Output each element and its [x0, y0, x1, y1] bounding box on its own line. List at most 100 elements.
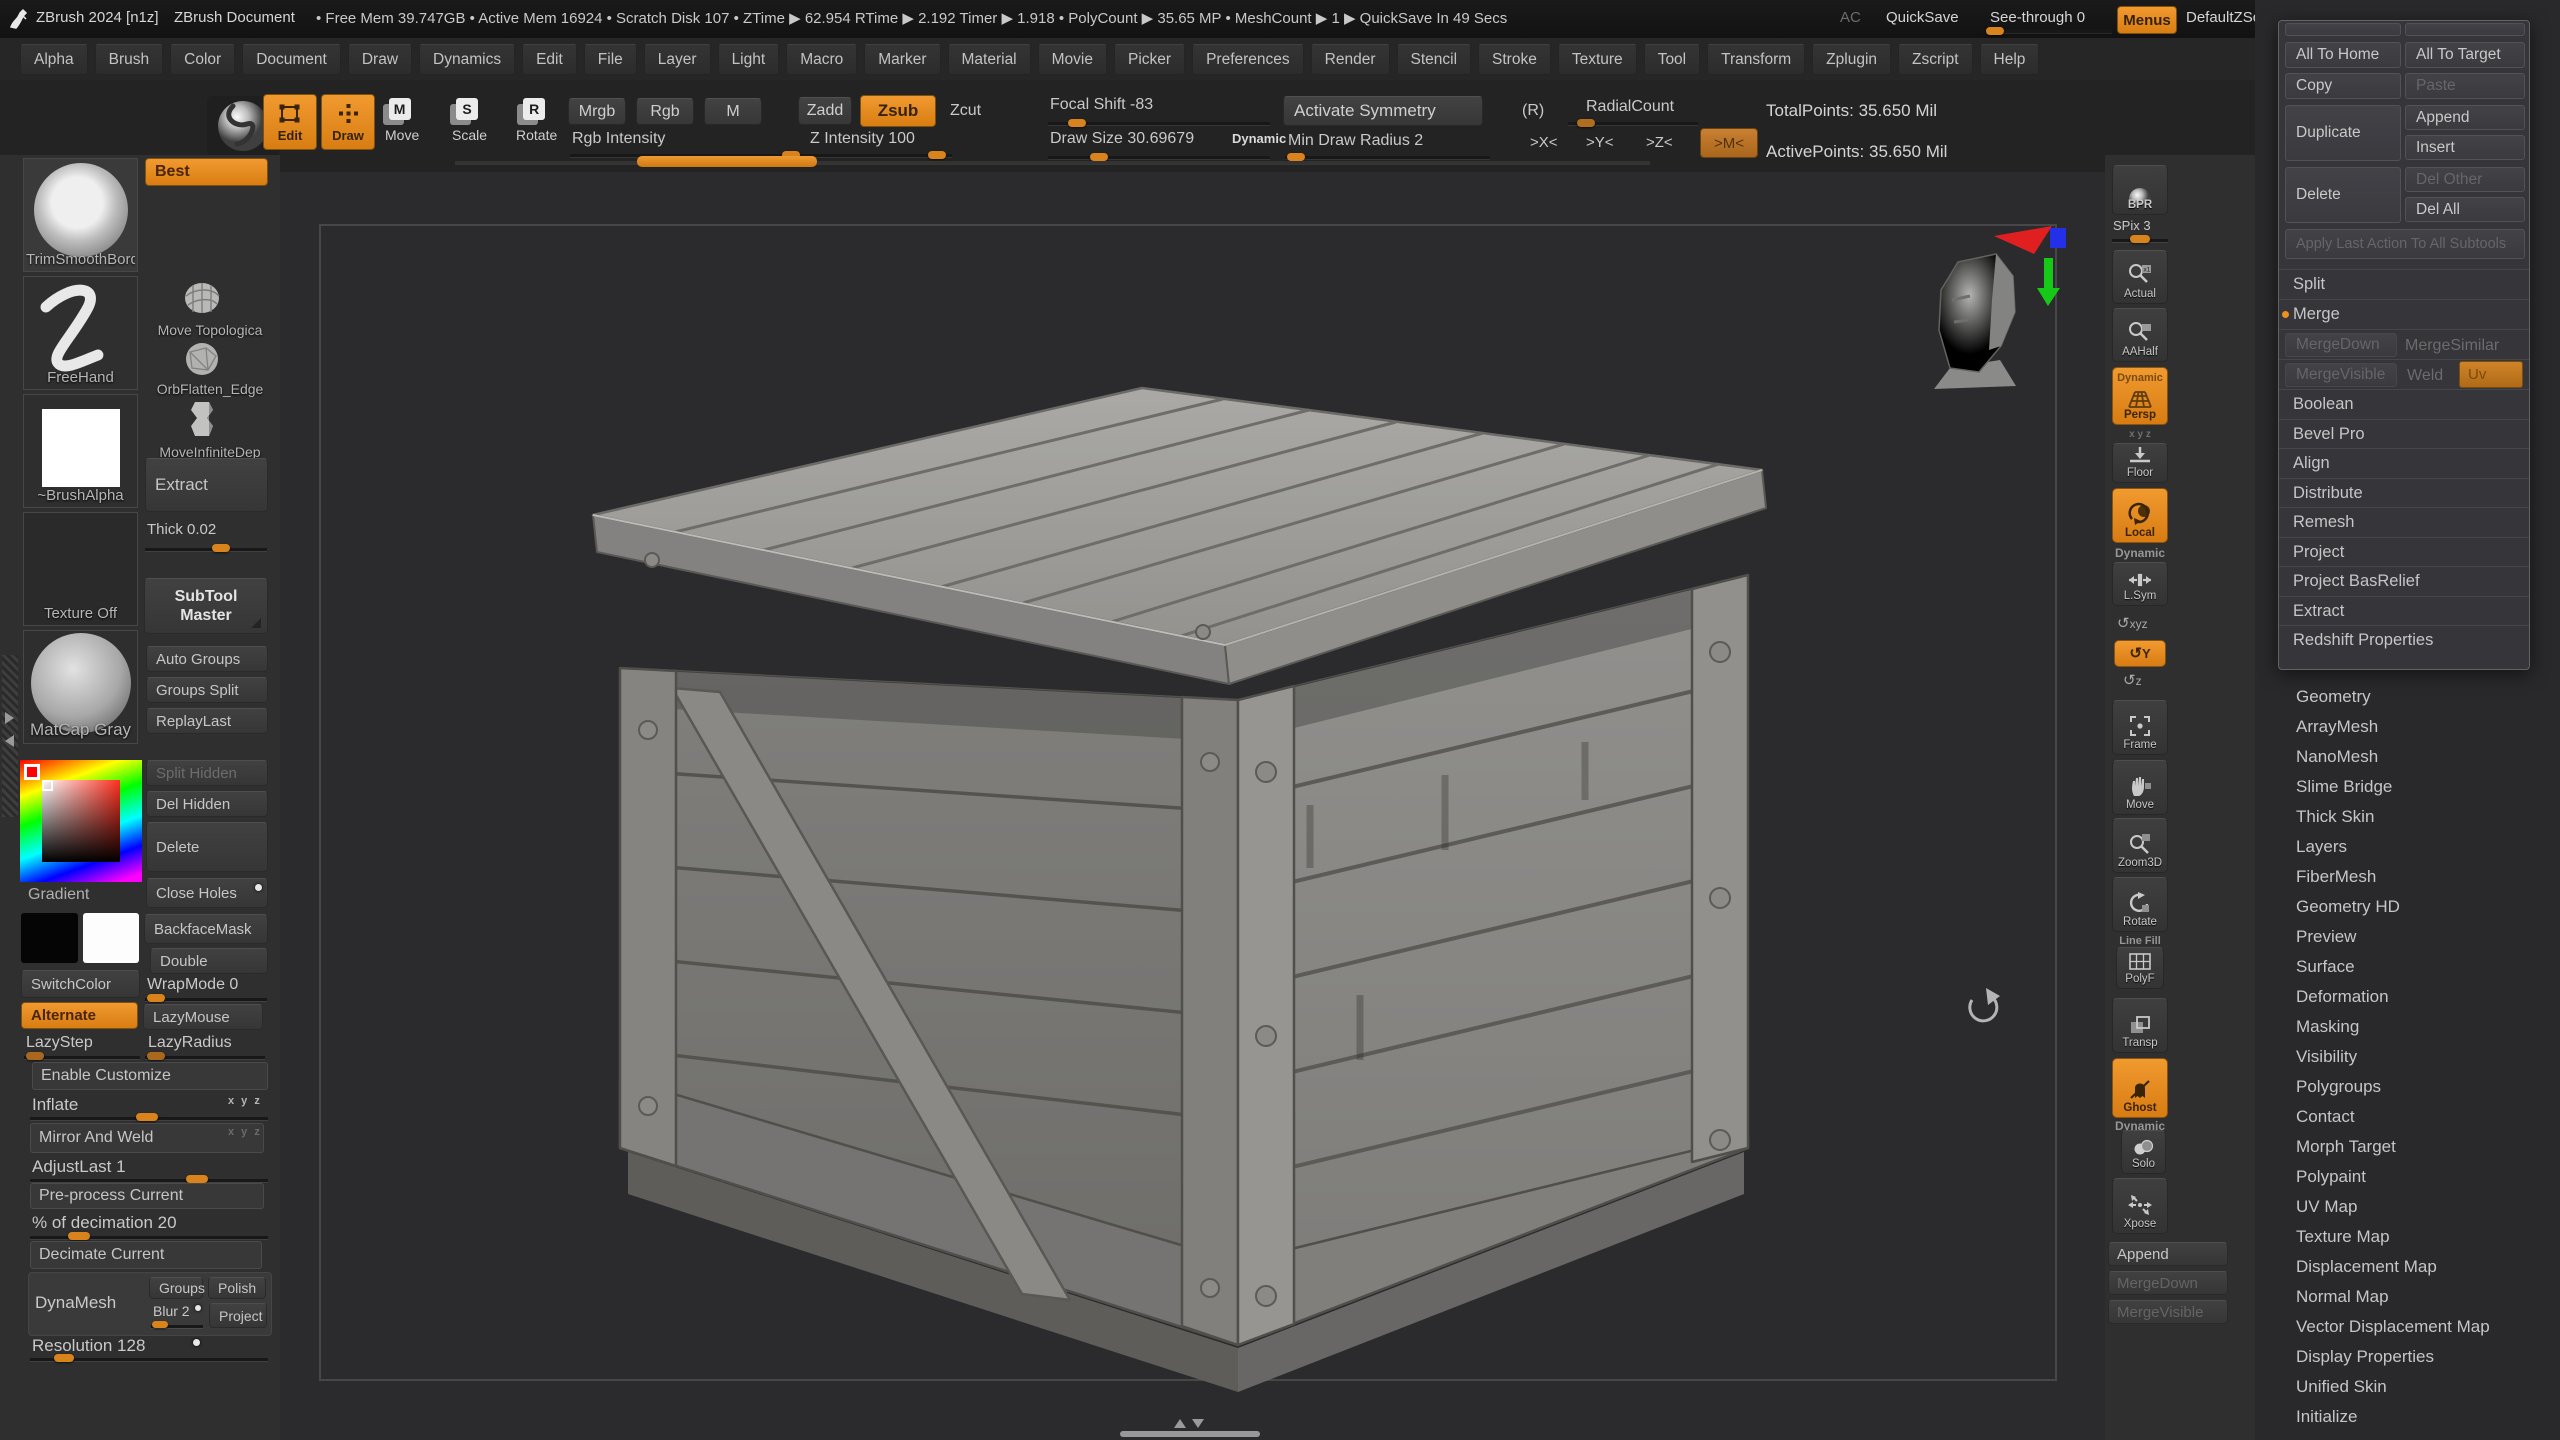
menu-item[interactable]: Document	[242, 44, 341, 75]
clipped-button[interactable]	[2405, 23, 2525, 36]
duplicate-button[interactable]: Duplicate	[2285, 105, 2401, 161]
merge-menu-item[interactable]: Merge	[2279, 299, 2529, 329]
alternate-button[interactable]: Alternate	[21, 1002, 138, 1029]
lazy-step-slider-label[interactable]: LazyStep	[26, 1034, 93, 1052]
best-render-button[interactable]: Best	[145, 158, 268, 186]
recent-brush-thumbnail[interactable]	[176, 276, 226, 320]
append-button[interactable]: Append	[2405, 105, 2525, 130]
menu-item[interactable]: Draw	[348, 44, 412, 75]
adjust-last-slider-handle[interactable]	[186, 1175, 208, 1183]
floor-axis-toggles[interactable]: x y z	[2105, 429, 2175, 440]
subpalette-item[interactable]: Unified Skin	[2278, 1372, 2553, 1402]
solo-button[interactable]: Solo	[2121, 1130, 2166, 1174]
main-color-swatch[interactable]	[21, 913, 78, 963]
split-menu-item[interactable]: Split	[2279, 269, 2529, 299]
menu-item[interactable]: Alpha	[20, 44, 88, 75]
menu-item[interactable]: Tool	[1644, 44, 1700, 75]
uv-button[interactable]: Uv	[2459, 361, 2523, 388]
mergevisible-shelf-button[interactable]: MergeVisible	[2108, 1300, 2228, 1324]
zsub-button[interactable]: Zsub	[860, 95, 936, 127]
secondary-color-swatch[interactable]	[83, 913, 139, 963]
activate-symmetry-button[interactable]: Activate Symmetry	[1283, 96, 1483, 126]
preprocess-current-button[interactable]: Pre-process Current	[30, 1183, 264, 1209]
subpalette-item[interactable]: Geometry HD	[2278, 892, 2553, 922]
canvas-bottom-scroll[interactable]	[1120, 1419, 1260, 1437]
mirror-weld-axis-toggles[interactable]: x y z	[228, 1126, 262, 1138]
edit-button[interactable]: Edit	[263, 94, 317, 150]
menu-item[interactable]: Zplugin	[1812, 44, 1891, 75]
insert-button[interactable]: Insert	[2405, 135, 2525, 160]
menu-item[interactable]: Dynamics	[419, 44, 515, 75]
matcap-thumbnail[interactable]: MatCap Gray	[23, 630, 138, 744]
popup-menu-item[interactable]: Project BasRelief	[2279, 566, 2529, 596]
inflate-slider-label[interactable]: Inflate	[32, 1095, 78, 1115]
clipped-button[interactable]	[2285, 23, 2401, 36]
extract-button[interactable]: Extract	[145, 458, 268, 512]
delete-button[interactable]: Delete	[2285, 167, 2401, 223]
wrap-mode-slider-label[interactable]: WrapMode 0	[147, 976, 238, 994]
resolution-slider-label[interactable]: Resolution 128	[32, 1336, 145, 1356]
delete-button[interactable]: Delete	[146, 822, 268, 872]
document-hscroll-thumb[interactable]	[637, 156, 817, 167]
document-hscroll-track[interactable]	[455, 161, 1650, 164]
tray-expand-arrow-icon[interactable]	[5, 735, 14, 747]
subpalette-item[interactable]: NanoMesh	[2278, 742, 2553, 772]
subpalette-item[interactable]: Surface	[2278, 952, 2553, 982]
menu-item[interactable]: Movie	[1038, 44, 1107, 75]
decimation-slider-handle[interactable]	[68, 1232, 90, 1240]
symmetry-z-toggle[interactable]: >Z<	[1646, 134, 1673, 151]
popup-menu-item[interactable]: Remesh	[2279, 507, 2529, 537]
groups-split-button[interactable]: Groups Split	[146, 677, 268, 703]
menu-item[interactable]: Texture	[1558, 44, 1637, 75]
gradient-toggle[interactable]: Gradient	[28, 886, 89, 904]
quicksave-button[interactable]: QuickSave	[1886, 9, 1959, 26]
lazy-mouse-button[interactable]: LazyMouse	[143, 1004, 263, 1030]
wrap-mode-slider-handle[interactable]	[147, 994, 165, 1002]
all-to-home-button[interactable]: All To Home	[2285, 42, 2401, 68]
mergesimilar-button[interactable]: MergeSimilar	[2405, 337, 2499, 355]
local-button[interactable]: Local	[2112, 488, 2168, 543]
aahalf-button[interactable]: AAHalf	[2112, 308, 2168, 362]
alpha-thumbnail[interactable]: ~BrushAlpha	[23, 394, 138, 508]
current-brush-thumbnail[interactable]: TrimSmoothBord	[23, 158, 138, 272]
dynamesh-project-button[interactable]: Project	[209, 1303, 267, 1328]
min-draw-radius-slider-label[interactable]: Min Draw Radius 2	[1288, 132, 1423, 150]
radial-count-slider-label[interactable]: RadialCount	[1586, 98, 1674, 116]
draw-size-slider-label[interactable]: Draw Size 30.69679	[1050, 130, 1194, 148]
actual-size-button[interactable]: x1 Actual	[2112, 250, 2168, 304]
min-draw-radius-slider-handle[interactable]	[1287, 153, 1305, 161]
stroke-thumbnail[interactable]: FreeHand	[23, 276, 138, 390]
menu-item[interactable]: Stroke	[1478, 44, 1551, 75]
dynamesh-button[interactable]: DynaMesh	[35, 1293, 116, 1313]
min-draw-radius-slider-track[interactable]	[1285, 156, 1490, 159]
decimation-slider-label[interactable]: % of decimation 20	[32, 1213, 177, 1233]
mergedown-button[interactable]: MergeDown	[2285, 333, 2397, 357]
append-shelf-button[interactable]: Append	[2108, 1242, 2228, 1266]
subpalette-item[interactable]: Display Properties	[2278, 1342, 2553, 1372]
thick-slider-track[interactable]	[145, 548, 267, 551]
symmetry-x-toggle[interactable]: >X<	[1530, 134, 1558, 151]
see-through-slider-handle[interactable]	[1986, 27, 2004, 35]
subpalette-item[interactable]: Masking	[2278, 1012, 2553, 1042]
replay-last-button[interactable]: ReplayLast	[146, 708, 268, 734]
subpalette-item[interactable]: Thick Skin	[2278, 802, 2553, 832]
weld-button[interactable]: Weld	[2407, 367, 2443, 385]
menu-item[interactable]: Edit	[522, 44, 577, 75]
paste-button[interactable]: Paste	[2405, 73, 2525, 99]
popup-menu-item[interactable]: Boolean	[2279, 389, 2529, 419]
zoom3d-button[interactable]: Zoom3D	[2112, 818, 2168, 873]
switch-color-button[interactable]: SwitchColor	[21, 970, 140, 998]
rgb-button[interactable]: Rgb	[636, 98, 694, 125]
menu-item[interactable]: Transform	[1707, 44, 1805, 75]
focal-shift-slider-label[interactable]: Focal Shift -83	[1050, 96, 1153, 114]
sv-square[interactable]	[42, 780, 120, 862]
double-button[interactable]: Double	[150, 948, 268, 974]
subpalette-item[interactable]: Texture Map	[2278, 1222, 2553, 1252]
crate-model[interactable]	[593, 388, 1766, 1392]
m-button[interactable]: M	[704, 98, 762, 125]
menu-item[interactable]: Macro	[786, 44, 857, 75]
subpalette-item[interactable]: Deformation	[2278, 982, 2553, 1012]
popup-menu-item[interactable]: Distribute	[2279, 478, 2529, 508]
enable-customize-button[interactable]: Enable Customize	[32, 1062, 268, 1090]
mergevisible-button[interactable]: MergeVisible	[2285, 363, 2397, 387]
